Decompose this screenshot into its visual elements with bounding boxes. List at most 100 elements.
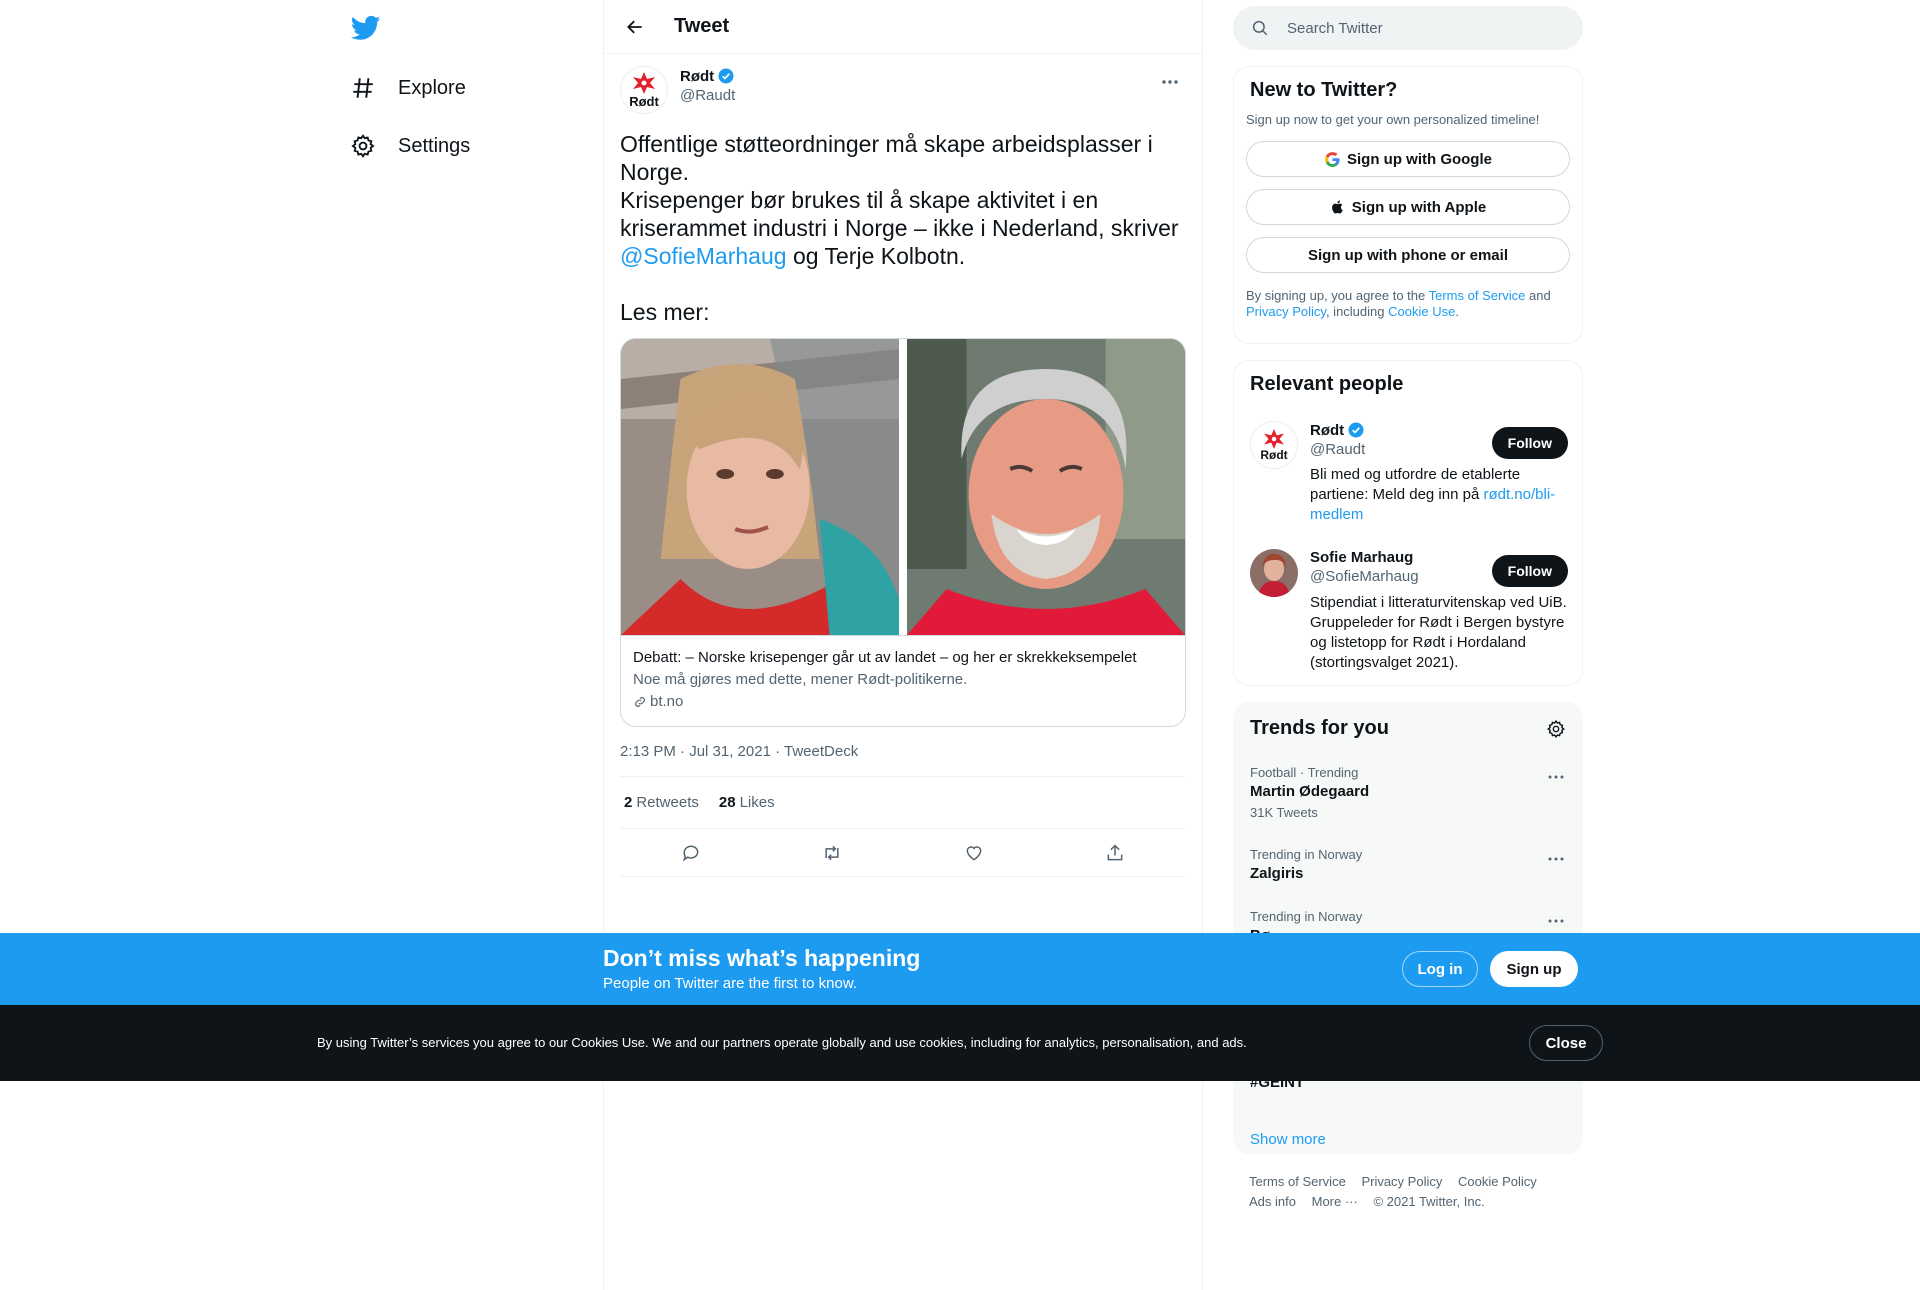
signup-phone-label: Sign up with phone or email: [1307, 246, 1508, 264]
footer-copyright: © 2021 Twitter, Inc.: [1373, 1194, 1485, 1209]
cookie-banner: By using Twitter’s services you agree to…: [0, 1005, 1920, 1081]
avatar-logo-text: Rødt: [629, 94, 659, 109]
signup-panel: New to Twitter? Sign up now to get your …: [1233, 66, 1583, 344]
signup-google-label: Sign up with Google: [1347, 150, 1492, 168]
person-handle[interactable]: @Raudt: [1310, 441, 1490, 458]
tweet-timestamp[interactable]: 2:13 PM · Jul 31, 2021: [620, 743, 771, 760]
card-domain-text: bt.no: [650, 693, 684, 710]
trend-more-button[interactable]: [1544, 909, 1568, 933]
mention-link[interactable]: @SofieMarhaug: [620, 243, 787, 269]
follow-button[interactable]: Follow: [1491, 555, 1568, 587]
hashtag-icon: [350, 75, 376, 101]
banner-title: Don’t miss what’s happening: [603, 945, 921, 971]
signup-phone-button[interactable]: Sign up with phone or email: [1246, 237, 1570, 273]
gear-icon[interactable]: [1546, 719, 1566, 739]
login-banner: Don’t miss what’s happening People on Tw…: [0, 933, 1920, 1005]
trends-panel: Trends for you Football · Trending Marti…: [1233, 702, 1583, 1154]
search-box[interactable]: [1233, 6, 1583, 50]
trend-count: 31K Tweets: [1250, 805, 1318, 820]
page-title: Tweet: [674, 15, 730, 37]
terms-link[interactable]: Terms of Service: [1429, 288, 1526, 303]
person-info: Sofie Marhaug @SofieMarhaug: [1310, 549, 1490, 585]
show-more-link[interactable]: Show more: [1250, 1131, 1326, 1148]
verified-badge-icon: [718, 68, 734, 84]
login-button[interactable]: Log in: [1402, 951, 1478, 987]
legal-text-4: .: [1455, 304, 1459, 319]
retweet-button[interactable]: [814, 835, 850, 871]
card-image-man: [899, 339, 1185, 635]
trend-item[interactable]: Football · Trending Martin Ødegaard 31K …: [1250, 765, 1568, 820]
reply-icon: [682, 845, 699, 862]
signup-title: New to Twitter?: [1250, 79, 1398, 101]
likes-stat[interactable]: 28 Likes: [719, 794, 775, 811]
rodt-star-logo-icon: [633, 72, 655, 94]
rodt-star-logo-icon: [1264, 429, 1284, 449]
relevant-people-title: Relevant people: [1250, 373, 1404, 395]
avatar[interactable]: Rødt: [1250, 421, 1298, 469]
search-icon: [1252, 20, 1268, 36]
retweets-stat[interactable]: 2 Retweets: [624, 794, 699, 811]
nav-item-settings[interactable]: Settings: [350, 126, 470, 166]
footer-link-more[interactable]: More ···: [1312, 1194, 1358, 1209]
footer-link-terms[interactable]: Terms of Service: [1249, 1174, 1346, 1189]
footer-link-ads[interactable]: Ads info: [1249, 1194, 1296, 1209]
author-name[interactable]: Rødt: [680, 68, 714, 85]
person-name[interactable]: Sofie Marhaug: [1310, 549, 1490, 566]
close-button[interactable]: Close: [1529, 1025, 1603, 1061]
card-body: Debatt: – Norske krisepenger går ut av l…: [621, 635, 1185, 726]
avatar[interactable]: [1250, 549, 1298, 597]
search-input[interactable]: [1287, 19, 1567, 37]
person-name[interactable]: Rødt: [1310, 422, 1344, 439]
tweet-stats: 2 Retweets 28 Likes: [620, 777, 1186, 829]
share-button[interactable]: [1097, 835, 1133, 871]
privacy-link[interactable]: Privacy Policy: [1246, 304, 1326, 319]
main-column: Tweet Rødt Rødt @Raudt Offentlige støtte…: [603, 0, 1203, 1290]
nav-label-settings: Settings: [398, 134, 471, 157]
tweet: Rødt Rødt @Raudt Offentlige støtteordnin…: [604, 54, 1202, 877]
trend-name: Zalgiris: [1250, 865, 1304, 882]
link-card[interactable]: Debatt: – Norske krisepenger går ut av l…: [620, 338, 1186, 727]
person-handle[interactable]: @SofieMarhaug: [1310, 568, 1490, 585]
like-button[interactable]: [956, 835, 992, 871]
back-button[interactable]: [618, 10, 652, 44]
tweet-source[interactable]: TweetDeck: [784, 743, 858, 760]
signup-legal: By signing up, you agree to the Terms of…: [1234, 288, 1582, 320]
avatar[interactable]: Rødt: [620, 66, 668, 114]
reply-button[interactable]: [673, 835, 709, 871]
author-meta: Rødt @Raudt: [680, 67, 735, 105]
google-icon: [1325, 151, 1340, 167]
trend-context: Trending in Norway: [1250, 909, 1363, 924]
tweet-meta: 2:13 PM · Jul 31, 2021 · TweetDeck: [620, 743, 1186, 777]
signup-button[interactable]: Sign up: [1490, 951, 1578, 987]
tweet-author-row: Rødt Rødt @Raudt: [620, 66, 1186, 128]
twitter-logo-icon[interactable]: [350, 13, 381, 43]
nav-item-explore[interactable]: Explore: [350, 68, 466, 108]
trend-more-button[interactable]: [1544, 765, 1568, 789]
tweet-text-part-1: Offentlige støtteordninger må skape arbe…: [620, 131, 1179, 241]
author-name-row[interactable]: Rødt: [680, 67, 735, 85]
author-handle[interactable]: @Raudt: [680, 87, 735, 104]
gear-icon: [350, 133, 376, 159]
trend-more-button[interactable]: [1544, 847, 1568, 871]
likes-label: Likes: [739, 794, 775, 811]
footer-link-privacy[interactable]: Privacy Policy: [1361, 1174, 1442, 1189]
signup-google-button[interactable]: Sign up with Google: [1246, 141, 1570, 177]
legal-text-2: and: [1525, 288, 1551, 303]
tweet-more-button[interactable]: [1156, 68, 1184, 96]
more-dots-icon: [1548, 775, 1564, 779]
retweets-count: 2: [624, 794, 633, 811]
footer-link-cookie[interactable]: Cookie Policy: [1458, 1174, 1537, 1189]
nav-label-explore: Explore: [398, 76, 466, 99]
tweet-text: Offentlige støtteordninger må skape arbe…: [620, 130, 1186, 326]
trends-title: Trends for you: [1250, 717, 1389, 739]
signup-apple-button[interactable]: Sign up with Apple: [1246, 189, 1570, 225]
trend-item[interactable]: Trending in Norway Zalgiris: [1250, 847, 1568, 882]
footer-links: Terms of Service Privacy Policy Cookie P…: [1249, 1172, 1579, 1212]
tweet-actions: [620, 829, 1186, 877]
more-dots-icon: [1162, 80, 1178, 84]
cookie-link[interactable]: Cookie Use: [1388, 304, 1455, 319]
follow-button[interactable]: Follow: [1491, 427, 1568, 459]
more-dots-icon: [1548, 919, 1564, 923]
trend-name: Martin Ødegaard: [1250, 783, 1370, 800]
signup-apple-label: Sign up with Apple: [1351, 198, 1487, 216]
